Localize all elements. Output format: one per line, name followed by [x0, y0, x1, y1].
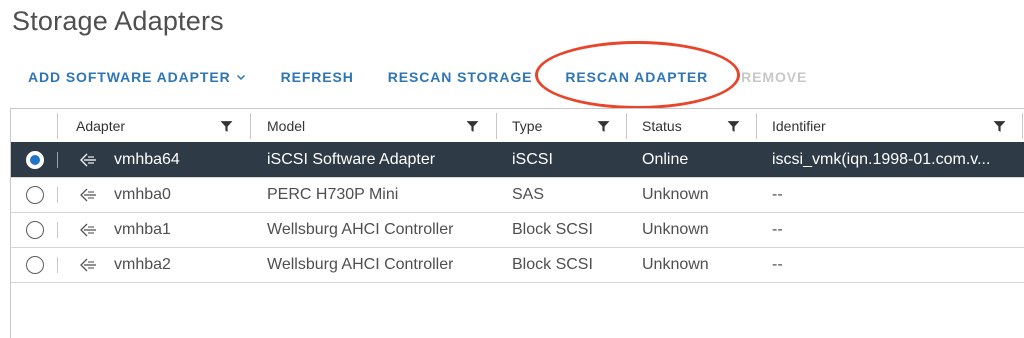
row-radio-button[interactable] — [26, 220, 44, 239]
column-header-model[interactable]: Model — [267, 109, 305, 142]
rescan-storage-button[interactable]: RESCAN STORAGE — [388, 69, 533, 85]
adapter-identifier: -- — [772, 255, 783, 273]
adapter-name: vmhba64 — [114, 150, 180, 168]
row-separator — [57, 186, 58, 203]
adapter-model: Wellsburg AHCI Controller — [267, 255, 454, 273]
column-separator[interactable] — [626, 113, 627, 139]
adapter-type: SAS — [512, 185, 545, 203]
storage-adapter-icon — [80, 188, 96, 201]
column-header-adapter[interactable]: Adapter — [76, 109, 125, 142]
adapter-type: Block SCSI — [512, 220, 593, 238]
adapter-identifier: -- — [772, 185, 783, 203]
column-separator[interactable] — [756, 113, 757, 139]
filter-icon[interactable] — [727, 120, 740, 133]
table-row[interactable]: vmhba2 Wellsburg AHCI Controller Block S… — [11, 247, 1024, 283]
adapter-identifier: -- — [772, 220, 783, 238]
row-radio-button[interactable] — [26, 255, 44, 274]
adapter-name: vmhba1 — [114, 220, 171, 238]
adapter-status: Unknown — [642, 220, 709, 238]
row-separator — [57, 221, 58, 238]
filter-icon[interactable] — [597, 120, 610, 133]
adapter-model: Wellsburg AHCI Controller — [267, 220, 454, 238]
remove-button: REMOVE — [741, 69, 808, 85]
adapter-status: Unknown — [642, 255, 709, 273]
adapter-model: iSCSI Software Adapter — [267, 150, 436, 168]
adapter-identifier: iscsi_vmk(iqn.1998-01.com.v... — [772, 150, 991, 168]
storage-adapter-icon — [80, 153, 96, 166]
grid-header: Adapter Model Type Status Identifier — [11, 109, 1024, 143]
add-software-adapter-button[interactable]: ADD SOFTWARE ADAPTER — [28, 69, 246, 85]
adapter-name: vmhba2 — [114, 255, 171, 273]
rescan-adapter-button[interactable]: RESCAN ADAPTER — [565, 69, 708, 85]
adapter-model: PERC H730P Mini — [267, 185, 399, 203]
adapter-name: vmhba0 — [114, 185, 171, 203]
add-software-adapter-label: ADD SOFTWARE ADAPTER — [28, 69, 231, 85]
adapter-type: iSCSI — [512, 150, 553, 168]
row-separator — [57, 151, 58, 168]
page-title: Storage Adapters — [12, 6, 224, 36]
storage-adapter-icon — [80, 258, 96, 271]
column-separator[interactable] — [496, 113, 497, 139]
column-header-identifier[interactable]: Identifier — [772, 109, 826, 142]
row-radio-button[interactable] — [26, 150, 44, 169]
column-header-status[interactable]: Status — [642, 109, 682, 142]
column-separator — [57, 113, 58, 139]
adapter-status: Unknown — [642, 185, 709, 203]
adapter-type: Block SCSI — [512, 255, 593, 273]
column-header-type[interactable]: Type — [512, 109, 542, 142]
table-row[interactable]: vmhba0 PERC H730P Mini SAS Unknown -- — [11, 177, 1024, 213]
column-separator[interactable] — [250, 113, 251, 139]
adapter-status: Online — [642, 150, 689, 168]
storage-adapter-icon — [80, 223, 96, 236]
storage-adapters-grid: Adapter Model Type Status Identifier vmh… — [10, 108, 1024, 338]
row-radio-button[interactable] — [26, 185, 44, 204]
filter-icon[interactable] — [466, 120, 479, 133]
chevron-down-icon — [236, 74, 245, 81]
table-row[interactable]: vmhba1 Wellsburg AHCI Controller Block S… — [11, 212, 1024, 248]
refresh-button[interactable]: REFRESH — [281, 69, 354, 85]
column-separator[interactable] — [1022, 113, 1023, 139]
toolbar: ADD SOFTWARE ADAPTER REFRESH RESCAN STOR… — [28, 66, 807, 88]
row-separator — [57, 256, 58, 273]
table-row[interactable]: vmhba64 iSCSI Software Adapter iSCSI Onl… — [11, 142, 1024, 178]
filter-icon[interactable] — [993, 120, 1006, 133]
filter-icon[interactable] — [220, 120, 233, 133]
